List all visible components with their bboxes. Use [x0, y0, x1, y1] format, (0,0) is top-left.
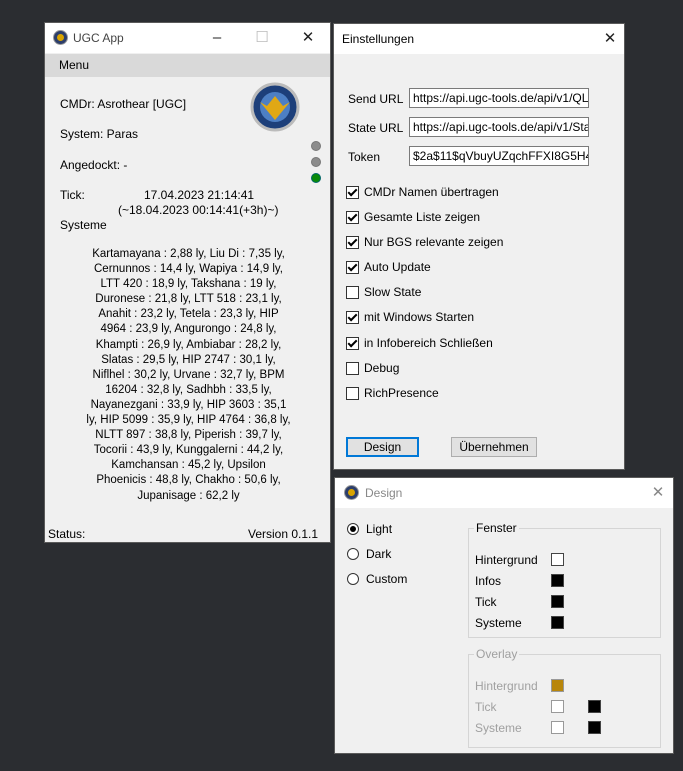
tick-value: 17.04.2023 21:14:41 — [144, 188, 255, 202]
app-logo-icon — [53, 30, 68, 45]
overlay-tick-label: Tick — [475, 700, 497, 714]
systems-line: Kartamayana : 2,88 ly, Liu Di : 7,35 ly, — [92, 248, 285, 260]
fenster-group-label: Fenster — [474, 521, 519, 535]
checkbox-label: Gesamte Liste zeigen — [364, 210, 481, 224]
menu-item[interactable]: Menu — [59, 58, 89, 72]
status-dot-active-icon — [311, 173, 321, 183]
checkbox-box[interactable] — [346, 311, 359, 324]
main-titlebar[interactable]: UGC App – ☐ ✕ — [45, 23, 330, 53]
systems-line: Niflhel : 30,2 ly, Urvane : 32,7 ly, BPM — [92, 368, 285, 381]
systems-line: Jupanisage : 62,2 ly — [137, 489, 240, 502]
status-label: Status: — [48, 527, 86, 541]
color-swatch[interactable] — [551, 616, 564, 629]
state-url-label: State URL — [348, 121, 404, 135]
radio-button[interactable] — [347, 573, 359, 585]
checkbox-box[interactable] — [346, 286, 359, 299]
fenster-infos-label: Infos — [475, 574, 502, 588]
systems-line: 4964 : 23,9 ly, Angurongo : 24,8 ly, — [100, 323, 277, 336]
color-swatch-secondary — [588, 700, 601, 713]
systems-line: NLTT 897 : 38,8 ly, Piperish : 39,7 ly, — [95, 429, 282, 442]
checkbox-label: mit Windows Starten — [364, 310, 475, 324]
design-titlebar[interactable]: Design ✕ — [335, 478, 673, 508]
close-icon[interactable]: ✕ — [298, 28, 318, 48]
design-button[interactable]: Design — [346, 437, 419, 457]
status-dot-icon — [311, 141, 321, 151]
status-dot-icon — [311, 157, 321, 167]
systems-line: Duronese : 21,8 ly, LTT 518 : 23,1 ly, — [95, 293, 282, 306]
systems-line: Anahit : 23,2 ly, Tetela : 23,3 ly, HIP — [98, 308, 279, 321]
checkbox-box[interactable] — [346, 211, 359, 224]
fenster-tick-label: Tick — [475, 595, 497, 609]
maximize-icon[interactable]: ☐ — [252, 28, 272, 48]
checkbox-box[interactable] — [346, 261, 359, 274]
overlay-hintergrund-label: Hintergrund — [475, 679, 538, 693]
checkbox-label: Debug — [364, 361, 400, 375]
app-logo-icon — [344, 485, 359, 500]
color-swatch-secondary — [588, 721, 601, 734]
systems-list: Kartamayana : 2,88 ly, Liu Di : 7,35 ly,… — [45, 247, 332, 504]
docked-label: Angedockt: - — [60, 158, 128, 172]
design-window-title: Design — [365, 486, 403, 500]
color-swatch[interactable] — [551, 553, 564, 566]
checkbox-box[interactable] — [346, 337, 359, 350]
checkbox-box[interactable] — [346, 362, 359, 375]
token-input[interactable]: $2a$11$qVbuyUZqchFFXI8G5H4nu — [409, 146, 589, 166]
main-window-title: UGC App — [73, 31, 124, 45]
tick-label: Tick: — [60, 188, 85, 202]
apply-button[interactable]: Übernehmen — [451, 437, 537, 457]
color-swatch — [551, 679, 564, 692]
checkbox-label: in Infobereich Schließen — [364, 336, 493, 350]
fenster-systeme-label: Systeme — [475, 616, 522, 630]
send-url-input[interactable]: https://api.ugc-tools.de/api/v1/QLS — [409, 88, 589, 108]
cmdr-label: CMDr: Asrothear [UGC] — [60, 97, 187, 111]
theme-label: Dark — [366, 547, 392, 561]
systems-line: Khampti : 26,9 ly, Ambiabar : 28,2 ly, — [95, 338, 282, 351]
systems-line: Cernunnos : 14,4 ly, Wapiya : 14,9 ly, — [94, 263, 283, 276]
design-window: Design ✕ Light Dark Custom Fenster Hinte… — [334, 477, 674, 754]
checkbox-label: Slow State — [364, 285, 422, 299]
overlay-systeme-label: Systeme — [475, 721, 522, 735]
systems-line: Nayanezgani : 33,9 ly, HIP 3603 : 35,1 — [90, 398, 287, 411]
close-icon[interactable]: ✕ — [648, 483, 668, 503]
checkbox-label: Nur BGS relevante zeigen — [364, 235, 504, 249]
overlay-group-label: Overlay — [474, 647, 520, 661]
color-swatch — [551, 700, 564, 713]
version-label: Version 0.1.1 — [248, 527, 319, 541]
theme-label: Light — [366, 522, 393, 536]
color-swatch — [551, 721, 564, 734]
checkbox-label: RichPresence — [364, 386, 439, 400]
send-url-label: Send URL — [348, 92, 404, 106]
systems-line: Phoenicis : 48,8 ly, Chakho : 50,6 ly, — [96, 474, 281, 487]
main-window: UGC App – ☐ ✕ Menu CMDr: Asrothear [UGC]… — [44, 22, 331, 543]
systems-line: Kamchansan : 45,2 ly, Upsilon — [111, 459, 266, 472]
system-label: System: Paras — [60, 127, 139, 141]
systems-line: ly, HIP 5099 : 35,9 ly, HIP 4764 : 36,8 … — [86, 414, 291, 427]
color-swatch[interactable] — [551, 595, 564, 608]
checkbox-box[interactable] — [346, 387, 359, 400]
systems-line: Slatas : 29,5 ly, HIP 2747 : 30,1 ly, — [101, 353, 276, 366]
checkbox-box[interactable] — [346, 236, 359, 249]
checkbox-label: CMDr Namen übertragen — [364, 185, 499, 199]
color-swatch[interactable] — [551, 574, 564, 587]
squadron-emblem-icon — [250, 82, 300, 132]
systems-line: Tocorii : 43,9 ly, Kunggalerni : 44,2 ly… — [93, 444, 284, 457]
state-url-input[interactable]: https://api.ugc-tools.de/api/v1/State — [409, 117, 589, 137]
token-label: Token — [348, 150, 381, 164]
checkbox-label: Auto Update — [364, 260, 431, 274]
fenster-hintergrund-label: Hintergrund — [475, 553, 538, 567]
systems-line: 16204 : 32,8 ly, Sadhbh : 33,5 ly, — [105, 383, 272, 396]
radio-button[interactable] — [347, 548, 359, 560]
settings-titlebar[interactable]: Einstellungen ✕ — [334, 24, 624, 54]
theme-label: Custom — [366, 572, 408, 586]
systems-line: LTT 420 : 18,9 ly, Takshana : 19 ly, — [100, 278, 277, 291]
close-icon[interactable]: ✕ — [600, 29, 620, 49]
checkbox-box[interactable] — [346, 186, 359, 199]
systems-label: Systeme — [60, 218, 107, 232]
settings-window-title: Einstellungen — [342, 32, 415, 46]
tick-sub-value: (~18.04.2023 00:14:41(+3h)~) — [118, 203, 279, 217]
menu-bar: Menu — [45, 54, 330, 77]
radio-button[interactable] — [347, 523, 359, 535]
minimize-icon[interactable]: – — [207, 28, 227, 48]
settings-window: Einstellungen ✕ Send URL https://api.ugc… — [333, 23, 625, 470]
